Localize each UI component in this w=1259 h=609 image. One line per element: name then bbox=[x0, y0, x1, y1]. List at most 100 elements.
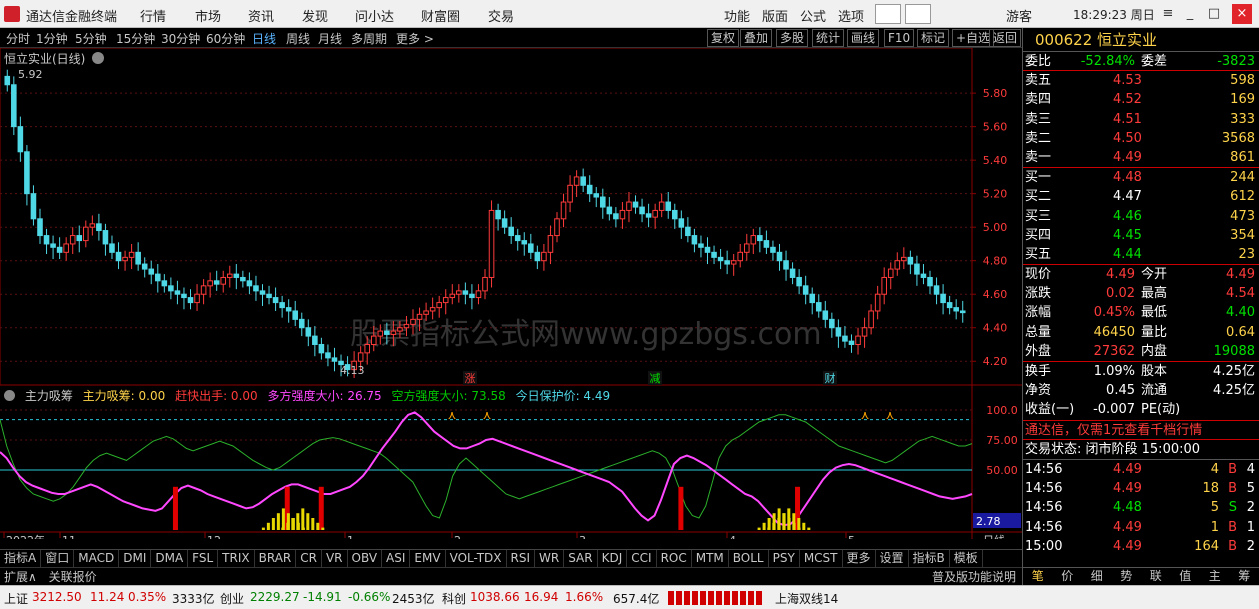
user-label[interactable]: 游客 bbox=[1006, 6, 1032, 25]
candle-body bbox=[11, 84, 17, 128]
related-quotes-button[interactable]: 关联报价 bbox=[45, 568, 101, 586]
quote-tab-1[interactable]: 价 bbox=[1053, 568, 1083, 585]
tab-cci[interactable]: CCI bbox=[627, 550, 657, 567]
adjust-button[interactable]: 复权 bbox=[707, 29, 740, 47]
quote-tab-4[interactable]: 联 bbox=[1141, 568, 1171, 585]
quote-tab-0[interactable]: 笔 bbox=[1023, 568, 1053, 585]
period-tab-multi[interactable]: 多周期 bbox=[351, 30, 387, 47]
draw-button[interactable]: 画线 bbox=[847, 29, 880, 47]
add-watchlist-button[interactable]: +自选 bbox=[952, 29, 995, 47]
tab-psy[interactable]: PSY bbox=[769, 550, 800, 567]
mail-icon[interactable] bbox=[905, 4, 931, 24]
period-tab-5min[interactable]: 5分钟 bbox=[75, 30, 107, 47]
ask-row-3: 卖三 4.51 333 bbox=[1023, 110, 1259, 129]
period-tab-1min[interactable]: 1分钟 bbox=[36, 30, 68, 47]
close-icon[interactable]: × bbox=[1232, 4, 1252, 24]
candle-body bbox=[528, 243, 534, 253]
event-marker[interactable]: 涨 bbox=[465, 372, 476, 385]
tab-macd[interactable]: MACD bbox=[74, 550, 120, 567]
tab-sar[interactable]: SAR bbox=[564, 550, 598, 567]
period-tab-more[interactable]: 更多 > bbox=[396, 30, 434, 47]
tab-dmi[interactable]: DMI bbox=[119, 550, 152, 567]
mark-button[interactable]: 标记 bbox=[917, 29, 950, 47]
menu-item-discover[interactable]: 发现 bbox=[302, 6, 328, 25]
period-tab-monthly[interactable]: 月线 bbox=[318, 30, 342, 47]
indicator-settings-icon[interactable] bbox=[4, 390, 15, 401]
period-tab-daily[interactable]: 日线 bbox=[252, 30, 276, 47]
stats-button[interactable]: 统计 bbox=[812, 29, 845, 47]
menu-item-wealth[interactable]: 财富圈 bbox=[421, 6, 460, 25]
expand-button[interactable]: 扩展∧ bbox=[0, 568, 41, 586]
tab-roc[interactable]: ROC bbox=[657, 550, 692, 567]
tab-brar[interactable]: BRAR bbox=[255, 550, 297, 567]
tab-cr[interactable]: CR bbox=[296, 550, 322, 567]
edition-notes-link[interactable]: 普及版功能说明 bbox=[928, 568, 1020, 586]
menu-item-market[interactable]: 市场 bbox=[195, 6, 221, 25]
menu-item-news[interactable]: 资讯 bbox=[248, 6, 274, 25]
chart-area[interactable]: 5.80 5.60 5.40 5.20 5.00 4.80 4.60 4.40 4.20 股票指标… bbox=[0, 48, 1022, 539]
tab-window[interactable]: 窗口 bbox=[41, 550, 75, 567]
tab-asi[interactable]: ASI bbox=[382, 550, 411, 567]
period-tab-60min[interactable]: 60分钟 bbox=[206, 30, 245, 47]
chart-title: 恒立实业(日线) bbox=[4, 52, 86, 66]
candle-body bbox=[4, 75, 11, 86]
tab-more[interactable]: 更多 bbox=[843, 550, 876, 567]
period-tab-timeshare[interactable]: 分时 bbox=[6, 30, 30, 47]
tab-trix[interactable]: TRIX bbox=[218, 550, 255, 567]
menu-item-trade[interactable]: 交易 bbox=[488, 6, 514, 25]
tab-fsl[interactable]: FSL bbox=[188, 550, 219, 567]
menu-item-function[interactable]: 功能 bbox=[724, 6, 750, 25]
stat-value: 4.54 bbox=[1226, 286, 1255, 302]
tab-vr[interactable]: VR bbox=[322, 550, 348, 567]
menu-item-formula[interactable]: 公式 bbox=[800, 6, 826, 25]
tab-template[interactable]: 模板 bbox=[950, 550, 983, 567]
quote-tab-7[interactable]: 筹 bbox=[1230, 568, 1259, 585]
tick-count: 1 bbox=[1246, 519, 1255, 535]
period-tab-weekly[interactable]: 周线 bbox=[286, 30, 310, 47]
menu-icon[interactable]: ≡ bbox=[1158, 4, 1178, 24]
candle-body bbox=[750, 235, 757, 245]
shield-icon[interactable] bbox=[875, 4, 901, 24]
f10-button[interactable]: F10 bbox=[884, 29, 915, 47]
event-marker[interactable]: 财 bbox=[825, 371, 836, 385]
multi-stock-button[interactable]: 多股 bbox=[776, 29, 809, 47]
tab-indicator-b[interactable]: 指标B bbox=[909, 550, 950, 567]
tab-wr[interactable]: WR bbox=[535, 550, 565, 567]
quote-tab-5[interactable]: 值 bbox=[1171, 568, 1201, 585]
chart-settings-icon[interactable] bbox=[92, 52, 105, 64]
back-button[interactable]: 返回 bbox=[989, 29, 1022, 47]
tab-kdj[interactable]: KDJ bbox=[598, 550, 628, 567]
tab-vol-tdx[interactable]: VOL-TDX bbox=[446, 550, 507, 567]
quote-tab-2[interactable]: 细 bbox=[1082, 568, 1112, 585]
tick-side: B bbox=[1228, 538, 1237, 554]
menu-item-quotes[interactable]: 行情 bbox=[140, 6, 166, 25]
tab-rsi[interactable]: RSI bbox=[507, 550, 536, 567]
menu-item-options[interactable]: 选项 bbox=[838, 6, 864, 25]
candlestick-chart[interactable]: 5.80 5.60 5.40 5.20 5.00 4.80 4.60 4.40 4.20 股票指标… bbox=[0, 48, 1022, 539]
tick-side: S bbox=[1228, 500, 1237, 516]
tab-boll[interactable]: BOLL bbox=[729, 550, 769, 567]
period-tab-15min[interactable]: 15分钟 bbox=[116, 30, 155, 47]
tab-mtm[interactable]: MTM bbox=[692, 550, 729, 567]
event-marker[interactable]: 减 bbox=[650, 372, 661, 385]
absorb-bar bbox=[291, 518, 295, 530]
menu-item-ask[interactable]: 问小达 bbox=[355, 6, 394, 25]
tab-obv[interactable]: OBV bbox=[348, 550, 383, 567]
period-tab-30min[interactable]: 30分钟 bbox=[161, 30, 200, 47]
tab-mcst[interactable]: MCST bbox=[800, 550, 843, 567]
menu-item-layout[interactable]: 版面 bbox=[762, 6, 788, 25]
candle-body bbox=[619, 209, 626, 220]
absorb-bar bbox=[306, 513, 310, 530]
watermark: 股票指标公式网www.gpzbgs.com bbox=[350, 317, 822, 352]
quote-tab-3[interactable]: 势 bbox=[1112, 568, 1142, 585]
minimize-icon[interactable]: _ bbox=[1180, 4, 1200, 24]
quote-tab-6[interactable]: 主 bbox=[1200, 568, 1230, 585]
bid-label: 买二 bbox=[1025, 189, 1052, 205]
overlay-button[interactable]: 叠加 bbox=[740, 29, 773, 47]
tab-settings[interactable]: 设置 bbox=[876, 550, 909, 567]
ad-banner[interactable]: 通达信，仅需1元查看千档行情 bbox=[1023, 421, 1259, 440]
tab-indicator-a[interactable]: 指标A bbox=[0, 550, 42, 567]
tab-dma[interactable]: DMA bbox=[151, 550, 189, 567]
tab-emv[interactable]: EMV bbox=[410, 550, 446, 567]
maximize-icon[interactable]: □ bbox=[1204, 4, 1224, 24]
